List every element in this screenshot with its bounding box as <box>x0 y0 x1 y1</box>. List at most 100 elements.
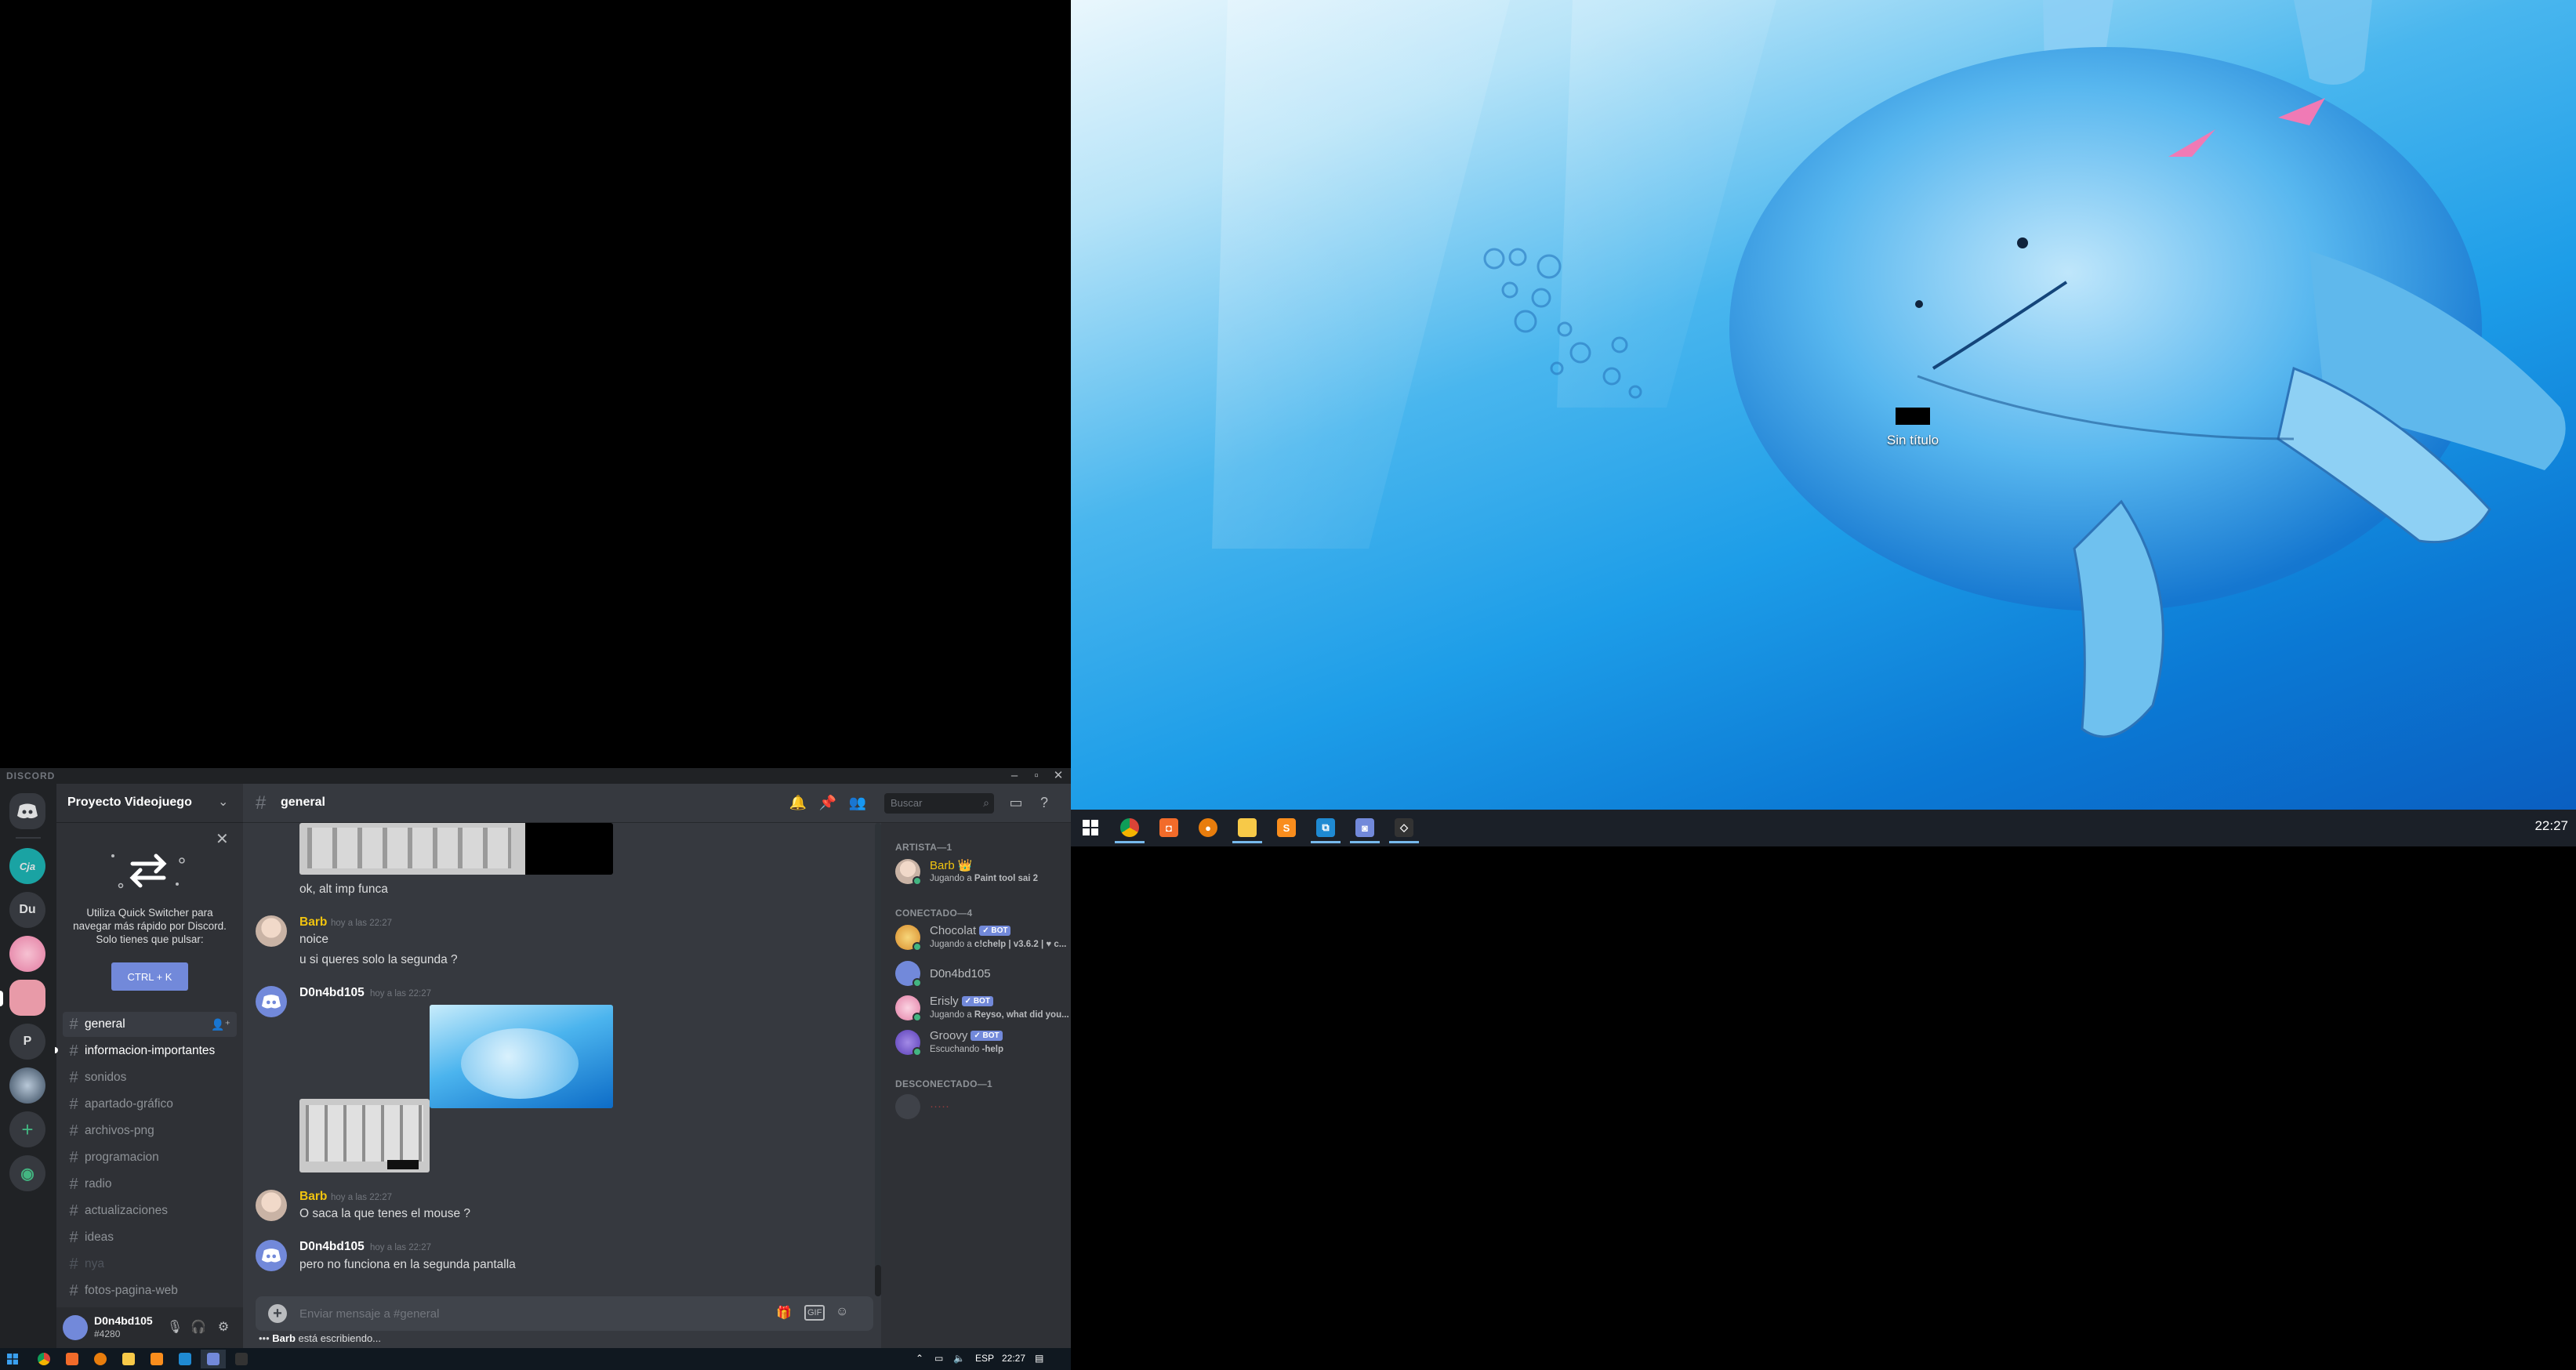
guild-pink-pattern[interactable] <box>9 980 45 1016</box>
channel-sonidos[interactable]: # sonidos <box>63 1065 237 1090</box>
channel-general[interactable]: # general 👤⁺ <box>63 1012 237 1037</box>
home-button[interactable] <box>9 793 45 829</box>
vscode-icon <box>179 1353 191 1365</box>
whale-image-attachment[interactable] <box>430 1005 613 1108</box>
headphones-icon[interactable]: 🎧 <box>190 1319 207 1336</box>
member-name[interactable]: ····· <box>930 1100 949 1113</box>
message-author[interactable]: Barb <box>299 1190 327 1204</box>
help-icon[interactable]: ? <box>1035 795 1054 814</box>
channel-ideas[interactable]: # ideas <box>63 1225 237 1250</box>
member-name[interactable]: Chocolat ✓ BOT <box>930 924 1011 937</box>
minimize-button[interactable]: – <box>1005 768 1024 784</box>
taskbar-clock-left[interactable]: 22:27 <box>1002 1353 1025 1364</box>
search-input[interactable]: Buscar ⌕ <box>884 793 994 814</box>
taskbar-file-explorer[interactable] <box>116 1350 141 1368</box>
message-author[interactable]: D0n4bd105 <box>299 986 365 1000</box>
bell-icon[interactable]: 🔔 <box>789 795 807 814</box>
taskbar-clock-right[interactable]: 22:27 <box>2493 818 2568 834</box>
hash-icon: # <box>69 1281 78 1299</box>
gif-icon[interactable]: GIF <box>804 1305 825 1321</box>
hash-icon: # <box>69 1068 78 1086</box>
image-attachment[interactable] <box>299 823 613 875</box>
message-timestamp: hoy a las 22:27 <box>331 919 393 928</box>
explore-servers-button[interactable]: ◉ <box>9 1155 45 1191</box>
channel-fotos-pagina-web[interactable]: # fotos-pagina-web <box>63 1278 237 1303</box>
start-button[interactable] <box>0 1350 25 1368</box>
online-status-dot <box>912 942 922 951</box>
desktop-icon-sin-titulo[interactable]: Sin título <box>1850 408 1976 448</box>
hash-icon: # <box>69 1122 78 1140</box>
taskbar-vscode[interactable] <box>172 1350 198 1368</box>
start-button[interactable] <box>1071 812 1110 843</box>
close-window-button[interactable]: ✕ <box>1049 768 1068 784</box>
message-author[interactable]: D0n4bd105 <box>299 1240 365 1254</box>
channel-archivos-png[interactable]: # archivos-png <box>63 1118 237 1143</box>
gift-icon[interactable]: 🎁 <box>776 1305 792 1322</box>
tray-chevron-up-icon[interactable]: ⌃ <box>916 1353 923 1364</box>
message-timestamp: hoy a las 22:27 <box>331 1193 393 1202</box>
taskbar-sublime[interactable]: S <box>1267 812 1306 843</box>
taskbar-orange-app[interactable]: ◘ <box>1149 812 1188 843</box>
message-input[interactable] <box>299 1304 738 1323</box>
create-invite-icon[interactable]: 👤⁺ <box>211 1018 230 1031</box>
taskbar-sublime[interactable] <box>144 1350 169 1368</box>
channel-radio[interactable]: # radio <box>63 1172 237 1197</box>
member-name[interactable]: Erisly ✓ BOT <box>930 995 993 1008</box>
emoji-icon[interactable]: ☺ <box>836 1305 848 1322</box>
taskbar-unity[interactable]: ◇ <box>1384 812 1424 843</box>
server-header[interactable]: Proyecto Videojuego ⌄ <box>56 784 243 823</box>
taskbar-orange-app[interactable] <box>60 1350 85 1368</box>
taskbar-blender[interactable] <box>88 1350 113 1368</box>
upload-plus-icon[interactable]: + <box>268 1304 287 1323</box>
avatar[interactable] <box>63 1315 88 1340</box>
guild-cja[interactable]: Cja <box>9 848 45 884</box>
taskbar-chrome[interactable] <box>31 1350 56 1368</box>
volume-icon[interactable]: 🔈 <box>953 1353 965 1364</box>
taskbar-discord[interactable]: ◙ <box>1345 812 1384 843</box>
window-title: DISCORD <box>6 770 56 781</box>
screenshot-attachment[interactable] <box>299 1099 430 1172</box>
inbox-icon[interactable]: ▭ <box>1007 795 1025 814</box>
channel-programacion[interactable]: # programacion <box>63 1145 237 1170</box>
guild-du[interactable]: Du <box>9 892 45 928</box>
channel-nya[interactable]: # nya <box>63 1252 237 1277</box>
microphone-icon[interactable]: 🎙 <box>166 1319 183 1336</box>
add-server-button[interactable]: + <box>9 1111 45 1147</box>
avatar[interactable] <box>256 915 287 947</box>
avatar[interactable] <box>256 1240 287 1271</box>
taskbar-vscode[interactable]: ⧉ <box>1306 812 1345 843</box>
settings-gear-icon[interactable]: ⚙ <box>215 1319 232 1336</box>
avatar[interactable] <box>895 1094 920 1119</box>
taskbar-file-explorer[interactable] <box>1228 812 1267 843</box>
taskbar-discord[interactable] <box>201 1350 226 1368</box>
message-author[interactable]: Barb <box>299 915 327 930</box>
channel-actualizaciones[interactable]: # actualizaciones <box>63 1198 237 1223</box>
hash-icon: # <box>69 1201 78 1220</box>
message-scrollbar[interactable] <box>875 823 881 1296</box>
close-icon[interactable]: ✕ <box>216 829 229 849</box>
taskbar-chrome[interactable] <box>1110 812 1149 843</box>
avatar[interactable] <box>256 986 287 1017</box>
network-icon[interactable]: ▭ <box>934 1353 943 1364</box>
screenshot-thumb <box>306 1105 423 1162</box>
channel-title: general <box>281 796 325 809</box>
taskbar-blender[interactable]: ● <box>1188 812 1228 843</box>
guild-pink-avatar[interactable] <box>9 936 45 972</box>
avatar[interactable] <box>256 1190 287 1221</box>
member-category: ARTISTA—1 <box>895 842 952 853</box>
member-name[interactable]: Groovy ✓ BOT <box>930 1029 1003 1042</box>
scrollbar-thumb[interactable] <box>875 1265 881 1296</box>
notifications-icon[interactable]: ▤ <box>1035 1353 1043 1364</box>
maximize-button[interactable]: ▫ <box>1027 768 1046 784</box>
members-list-icon[interactable]: 👥 <box>848 795 867 814</box>
guild-p[interactable]: P <box>9 1024 45 1060</box>
channel-informacion-importantes[interactable]: # informacion-importantes <box>63 1038 237 1064</box>
language-indicator[interactable]: ESP <box>975 1353 994 1364</box>
taskbar-unity[interactable] <box>229 1350 254 1368</box>
member-name[interactable]: Barb 👑 <box>930 858 973 872</box>
member-name[interactable]: D0n4bd105 <box>930 967 991 980</box>
quick-switcher-button[interactable]: CTRL + K <box>111 962 188 991</box>
guild-anime-avatar[interactable] <box>9 1067 45 1104</box>
channel-apartado-grafico[interactable]: # apartado-gráfico <box>63 1092 237 1117</box>
pin-icon[interactable]: 📌 <box>818 795 837 814</box>
